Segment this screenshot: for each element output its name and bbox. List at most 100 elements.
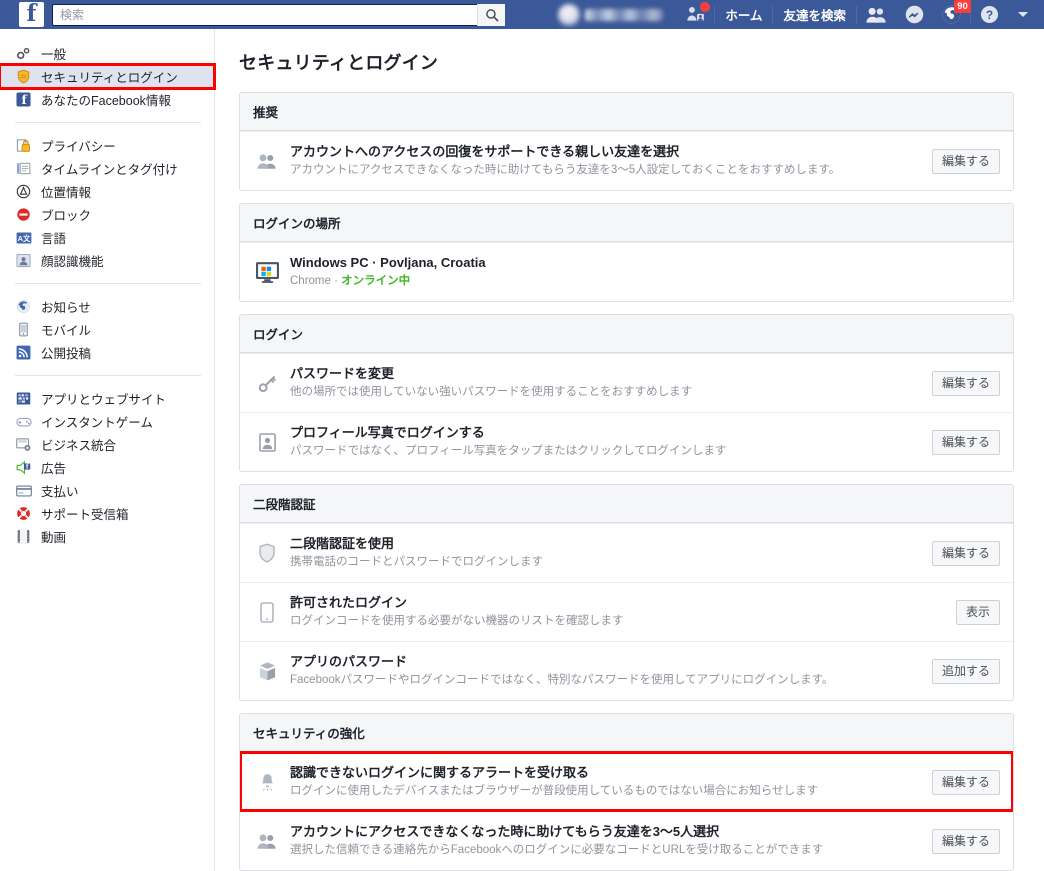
messenger-button[interactable] [896, 0, 933, 29]
sidebar-item-instant-games[interactable]: インスタントゲーム [0, 410, 214, 433]
row-text: パスワードを変更 他の場所では使用していない強いパスワードを使用することをおすす… [290, 365, 922, 401]
ads-icon: f [15, 459, 32, 476]
session-separator: · [330, 275, 342, 287]
sidebar-item-label: アプリとウェブサイト [41, 393, 167, 407]
friend-requests-button[interactable] [677, 0, 714, 29]
home-link[interactable]: ホーム [715, 0, 772, 29]
gamepad-icon [15, 413, 32, 430]
messenger-icon [905, 5, 924, 24]
edit-button[interactable]: 編集する [931, 429, 1000, 455]
row-use-two-factor-authentication[interactable]: 二段階認証を使用 携帯電話のコードとパスワードでログインします 編集する [240, 523, 1013, 582]
section-where-logged-in: ログインの場所 Windows PC · Povljana, Croatia C… [239, 203, 1014, 302]
sidebar-item-label: 顔認識機能 [41, 255, 104, 269]
sidebar-item-security-and-login[interactable]: セキュリティとログイン [0, 63, 216, 90]
sidebar-item-payments[interactable]: 支払い [0, 479, 214, 502]
row-login-with-profile-picture[interactable]: プロフィール写真でログインする パスワードではなく、プロフィール写真をタップまた… [240, 412, 1013, 471]
sidebar-item-apps-and-websites[interactable]: アプリとウェブサイト [0, 387, 214, 410]
sidebar-item-general[interactable]: 一般 [0, 42, 214, 65]
row-authorized-logins[interactable]: 許可されたログイン ログインコードを使用する必要がない機器のリストを確認します … [240, 582, 1013, 641]
help-button[interactable]: ? [971, 0, 1008, 29]
sidebar-item-face-recognition[interactable]: 顔認識機能 [0, 249, 214, 272]
sidebar-item-label: 一般 [41, 48, 67, 62]
phone-icon [252, 601, 282, 623]
notifications-button[interactable]: 90 [933, 0, 971, 29]
row-title: パスワードを変更 [290, 366, 395, 381]
profile-photo-icon [252, 432, 282, 452]
notifications-count-badge: 90 [954, 0, 971, 13]
row-unrecognized-login-alerts[interactable]: 認識できないログインに関するアラートを受け取る ログインに使用したデバイスまたは… [240, 751, 1013, 812]
sidebar-item-label: 動画 [41, 531, 67, 545]
friends-icon [252, 833, 282, 850]
row-choose-trusted-contacts[interactable]: アカウントにアクセスできなくなった時に助けてもらう友達を3〜5人選択 選択した信… [240, 811, 1013, 870]
friends-icon [866, 7, 886, 23]
sidebar-item-blocking[interactable]: ブロック [0, 203, 214, 226]
globe-icon [15, 298, 32, 315]
lifebuoy-icon [15, 505, 32, 522]
video-icon [15, 528, 32, 545]
sidebar-item-ads[interactable]: f 広告 [0, 456, 214, 479]
row-title: 認識できないログインに関するアラートを受け取る [290, 765, 590, 780]
edit-button[interactable]: 編集する [931, 540, 1000, 566]
row-subtitle: Chrome · オンライン中 [290, 273, 1000, 290]
section-heading: ログイン [240, 315, 1013, 353]
sidebar-item-timeline-and-tagging[interactable]: タイムラインとタグ付け [0, 157, 214, 180]
key-icon [252, 374, 282, 393]
sidebar-item-mobile[interactable]: モバイル [0, 318, 214, 341]
sidebar-item-label: インスタントゲーム [41, 416, 153, 430]
bell-icon [252, 772, 282, 792]
row-title: 許可されたログイン [290, 595, 408, 610]
sidebar-item-public-posts[interactable]: 公開投稿 [0, 341, 214, 364]
language-icon: A文 [15, 229, 32, 246]
sidebar-item-label: 支払い [41, 485, 79, 499]
facebook-logo[interactable]: f [19, 2, 44, 27]
row-subtitle: 他の場所では使用していない強いパスワードを使用することをおすすめします [290, 386, 693, 398]
sidebar-item-videos[interactable]: 動画 [0, 525, 214, 548]
sidebar-item-label: お知らせ [41, 301, 91, 315]
sidebar-item-language[interactable]: A文 言語 [0, 226, 214, 249]
row-subtitle: Facebookパスワードやログインコードではなく、特別なパスワードを使用してア… [290, 674, 834, 686]
section-heading: 二段階認証 [240, 485, 1013, 523]
mobile-icon [15, 321, 32, 338]
search-box[interactable] [52, 3, 505, 26]
row-title: プロフィール写真でログインする [290, 425, 485, 440]
row-change-password[interactable]: パスワードを変更 他の場所では使用していない強いパスワードを使用することをおすす… [240, 353, 1013, 412]
row-session-windows-pc[interactable]: Windows PC · Povljana, Croatia Chrome · … [240, 242, 1013, 301]
friends-requests-list-button[interactable] [857, 0, 896, 29]
row-subtitle: 携帯電話のコードとパスワードでログインします [290, 556, 543, 568]
session-browser: Chrome [290, 275, 331, 287]
row-text: プロフィール写真でログインする パスワードではなく、プロフィール写真をタップまた… [290, 424, 922, 460]
edit-button[interactable]: 編集する [931, 828, 1000, 854]
session-status: オンライン中 [341, 275, 411, 287]
sidebar-item-label: タイムラインとタグ付け [41, 163, 178, 177]
row-choose-trusted-friends[interactable]: アカウントへのアクセスの回復をサポートできる親しい友達を選択 アカウントにアクセ… [240, 131, 1013, 190]
section-heading: ログインの場所 [240, 204, 1013, 242]
search-button[interactable] [477, 3, 505, 26]
view-button[interactable]: 表示 [955, 599, 1000, 625]
shield-icon [15, 68, 32, 85]
edit-button[interactable]: 編集する [931, 370, 1000, 396]
find-friends-link[interactable]: 友達を検索 [773, 0, 856, 29]
sidebar-item-label: 位置情報 [41, 186, 92, 200]
location-icon [15, 183, 32, 200]
profile-shortcut[interactable] [558, 3, 664, 26]
sidebar-item-label: 広告 [41, 462, 67, 476]
account-menu-button[interactable] [1008, 0, 1038, 29]
sidebar-item-privacy[interactable]: プライバシー [0, 134, 214, 157]
add-button[interactable]: 追加する [931, 658, 1000, 684]
sidebar-item-label: 公開投稿 [41, 347, 92, 361]
friend-requests-badge [700, 2, 711, 12]
sidebar-item-label: 言語 [41, 232, 67, 246]
payments-icon [15, 482, 32, 499]
search-input[interactable] [52, 3, 505, 26]
edit-button[interactable]: 編集する [931, 148, 1000, 174]
sidebar-item-location[interactable]: 位置情報 [0, 180, 214, 203]
row-title: 二段階認証を使用 [290, 536, 395, 551]
sidebar-item-your-facebook-information[interactable]: f あなたのFacebook情報 [0, 88, 214, 111]
row-app-passwords[interactable]: アプリのパスワード Facebookパスワードやログインコードではなく、特別なパ… [240, 641, 1013, 700]
sidebar-item-notifications[interactable]: お知らせ [0, 295, 214, 318]
row-title: アカウントへのアクセスの回復をサポートできる親しい友達を選択 [290, 144, 680, 159]
sidebar-item-business-integrations[interactable]: ビジネス統合 [0, 433, 214, 456]
friends-icon [252, 153, 282, 170]
sidebar-item-support-inbox[interactable]: サポート受信箱 [0, 502, 214, 525]
edit-button[interactable]: 編集する [931, 769, 1000, 795]
